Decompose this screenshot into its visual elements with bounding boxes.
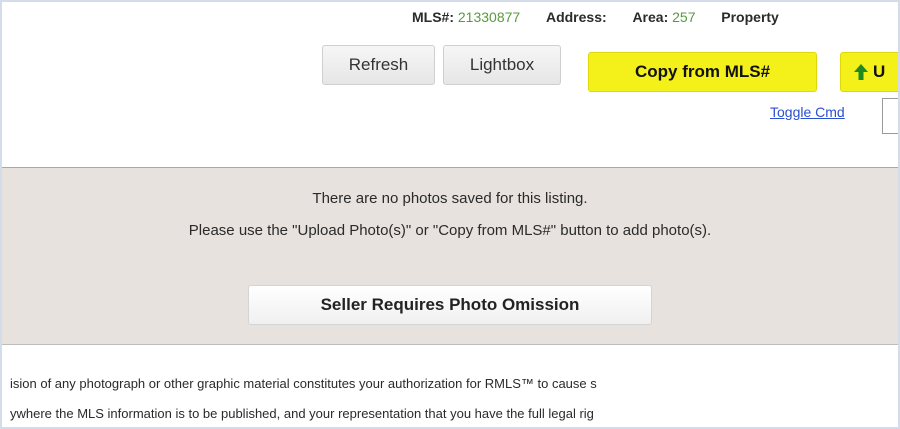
mls-value: 21330877 [457, 9, 521, 25]
listing-info-row: MLS#: 21330877 Address: Area: 257 Proper… [412, 9, 779, 25]
toggle-cmd-link[interactable]: Toggle Cmd [770, 104, 845, 120]
area-value: 257 [672, 9, 696, 25]
copy-from-mls-button[interactable]: Copy from MLS# [588, 52, 817, 92]
property-label: Property [721, 9, 779, 25]
upload-button-label: U [873, 62, 886, 81]
command-input[interactable] [882, 98, 898, 134]
refresh-button[interactable]: Refresh [322, 45, 435, 85]
disclaimer-line-2: ywhere the MLS information is to be publ… [10, 406, 594, 421]
arrow-up-icon [854, 64, 868, 80]
upload-instructions: Please use the "Upload Photo(s)" or "Cop… [188, 222, 712, 239]
lightbox-button[interactable]: Lightbox [443, 45, 561, 85]
area-label: Area: [632, 9, 669, 25]
disclaimer-line-1: ision of any photograph or other graphic… [10, 376, 597, 391]
mls-label: MLS#: [412, 9, 454, 25]
photo-toolbar-panel: MLS#: 21330877 Address: Area: 257 Proper… [2, 2, 898, 168]
listing-photos-window: MLS#: 21330877 Address: Area: 257 Proper… [0, 0, 900, 429]
no-photos-message: There are no photos saved for this listi… [312, 190, 588, 207]
no-photos-panel: There are no photos saved for this listi… [2, 168, 898, 345]
address-label: Address: [545, 9, 607, 25]
seller-requires-photo-omission-button[interactable]: Seller Requires Photo Omission [248, 285, 652, 325]
upload-photos-button[interactable]: U [840, 52, 898, 92]
